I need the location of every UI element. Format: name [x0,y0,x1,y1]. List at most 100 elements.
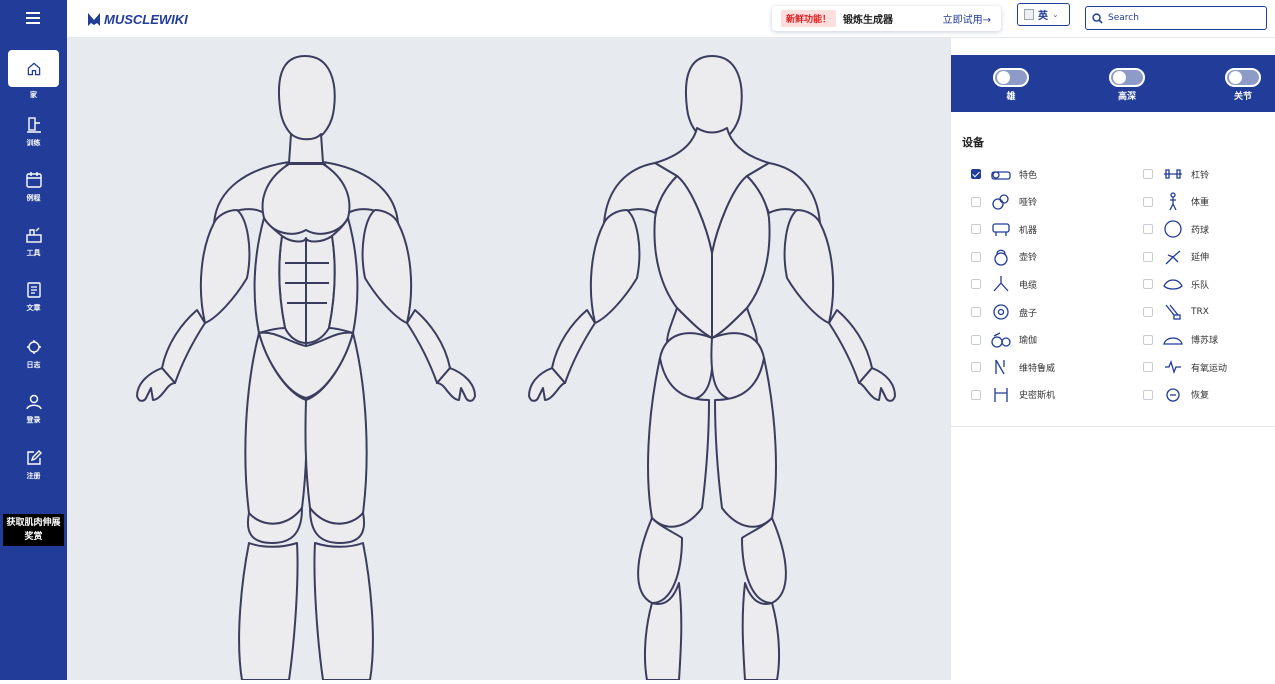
equipment-label: 哑铃 [1019,198,1038,209]
equipment-label: 特色 [1019,170,1038,181]
equipment-label: 延伸 [1191,253,1210,264]
plate-icon [993,304,1009,320]
equipment-item[interactable]: 电缆 [971,274,1037,294]
advanced-toggle[interactable]: 高深 [1109,68,1145,102]
bodyweight-icon [1169,191,1177,210]
sidebar-item-label: 工具 [26,249,41,257]
filter-panel: 雄 高深 关节 设备 特色 杠铃哑铃 体重机器 药球壶铃 延伸电缆 乐队盘子 TRX 瑜伽 博苏… [950,38,1275,680]
front-calf-right[interactable] [313,542,374,681]
front-calf-left[interactable] [238,542,299,681]
front-upper-arm-right[interactable] [361,209,413,324]
equipment-label: 盘子 [1019,308,1038,319]
equipment-item[interactable]: 延伸 [1143,247,1209,267]
equipment-checkbox[interactable] [1143,224,1153,235]
sidebar-item-register[interactable]: 注册 [0,448,67,481]
toggle-switch[interactable] [1109,68,1145,87]
back-forearm-left[interactable] [551,309,596,384]
equipment-item[interactable]: 有氧运动 [1143,357,1227,377]
equipment-item[interactable]: 盘子 [971,302,1037,322]
divider [951,426,1275,427]
equipment-checkbox[interactable] [971,251,981,262]
front-head[interactable] [277,55,336,143]
calendar-icon [25,172,42,188]
front-forearm-left[interactable] [161,309,206,384]
back-upper-arm-left[interactable] [589,209,641,324]
logo[interactable]: MUSCLEWIKI [87,9,188,29]
sidebar-item-routines[interactable]: 例程 [0,170,67,203]
workout-generator-banner[interactable]: 新鲜功能！ 锻炼生成器 立即试用→ [772,6,1001,31]
toggle-label: 雄 [1006,92,1016,102]
sidebar-item-home[interactable]: 家 [0,50,67,100]
equipment-checkbox[interactable] [1143,169,1153,179]
sidebar-item-articles[interactable]: 文章 [0,280,67,313]
equipment-item[interactable]: 史密斯机 [971,385,1055,405]
equipment-title: 设备 [962,136,984,149]
back-upper-arm-right[interactable] [783,209,835,324]
toggle-switch[interactable] [1225,68,1261,87]
back-forearm-right[interactable] [828,309,873,384]
search-box[interactable] [1085,6,1267,30]
equipment-checkbox[interactable] [1143,307,1153,317]
equipment-item[interactable]: 维特鲁威 [971,357,1055,377]
front-forearm-right[interactable] [406,309,451,384]
equipment-checkbox[interactable] [1143,196,1153,207]
equipment-item[interactable]: 特色 [971,164,1037,184]
gender-toggle[interactable]: 雄 [993,68,1029,102]
sidebar-item-label: 登录 [26,416,41,424]
equipment-checkbox[interactable] [1143,251,1153,262]
sidebar: 家 训练 例程 工具 文章 日志 登录 注册 获取肌肉伸展 奖赏 [0,0,67,680]
cardio-icon [1165,360,1181,375]
equipment-checkbox[interactable] [971,362,981,373]
equipment-label: 有氧运动 [1191,363,1228,374]
equipment-label: 维特鲁威 [1019,363,1056,374]
menu-icon[interactable] [26,12,40,24]
equipment-checkbox[interactable] [971,389,981,400]
equipment-item[interactable]: 体重 [1143,191,1209,212]
log-icon [26,340,41,354]
body-diagram [136,55,896,681]
equipment-checkbox[interactable] [1143,279,1153,290]
equipment-checkbox[interactable] [1143,389,1153,400]
equipment-item[interactable]: 乐队 [1143,274,1209,294]
back-head[interactable] [684,55,743,143]
equipment-checkbox[interactable] [971,334,981,345]
promo-button[interactable]: 获取肌肉伸展 奖赏 [3,514,64,546]
logo-text: MUSCLEWIKI [104,11,188,27]
equipment-item[interactable]: 博苏球 [1143,330,1218,350]
equipment-item[interactable]: 机器 [971,219,1037,239]
sidebar-item-log[interactable]: 日志 [0,337,67,370]
user-icon [25,394,42,410]
banner-text: 锻炼生成器 [843,15,894,26]
equipment-item[interactable]: 恢复 [1143,385,1209,405]
equipment-item[interactable]: TRX [1143,302,1209,322]
article-icon [26,282,41,298]
recovery-icon [1166,388,1180,402]
equipment-checkbox[interactable] [971,224,981,235]
equipment-checkbox[interactable] [1143,362,1153,373]
language-label: 英 [1038,11,1048,22]
equipment-item[interactable]: 哑铃 [971,192,1037,212]
medicine-ball-icon [1164,220,1182,238]
equipment-item[interactable]: 壶铃 [971,247,1037,267]
search-input[interactable] [1108,13,1258,23]
equipment-item[interactable]: 瑜伽 [971,330,1037,350]
front-neck[interactable] [288,133,324,164]
equipment-item[interactable]: 杠铃 [1143,164,1209,184]
chevron-down-icon: ⌄ [1052,10,1059,19]
equipment-checkbox[interactable] [971,307,981,317]
equipment-label: 博苏球 [1191,336,1219,347]
try-now-link[interactable]: 立即试用→ [943,11,991,26]
sidebar-item-login[interactable]: 登录 [0,392,67,425]
front-chest[interactable] [261,163,351,235]
language-selector[interactable]: 英 ⌄ [1017,3,1070,26]
sidebar-item-workout[interactable]: 训练 [0,115,67,148]
equipment-checkbox[interactable] [971,196,981,207]
front-upper-arm-left[interactable] [199,209,251,324]
toggle-switch[interactable] [993,68,1029,87]
equipment-checkbox[interactable] [1143,334,1153,345]
sidebar-item-tools[interactable]: 工具 [0,225,67,258]
equipment-item[interactable]: 药球 [1143,219,1209,239]
equipment-checkbox[interactable] [971,169,981,179]
equipment-checkbox[interactable] [971,279,981,290]
joints-toggle[interactable]: 关节 [1225,68,1261,102]
